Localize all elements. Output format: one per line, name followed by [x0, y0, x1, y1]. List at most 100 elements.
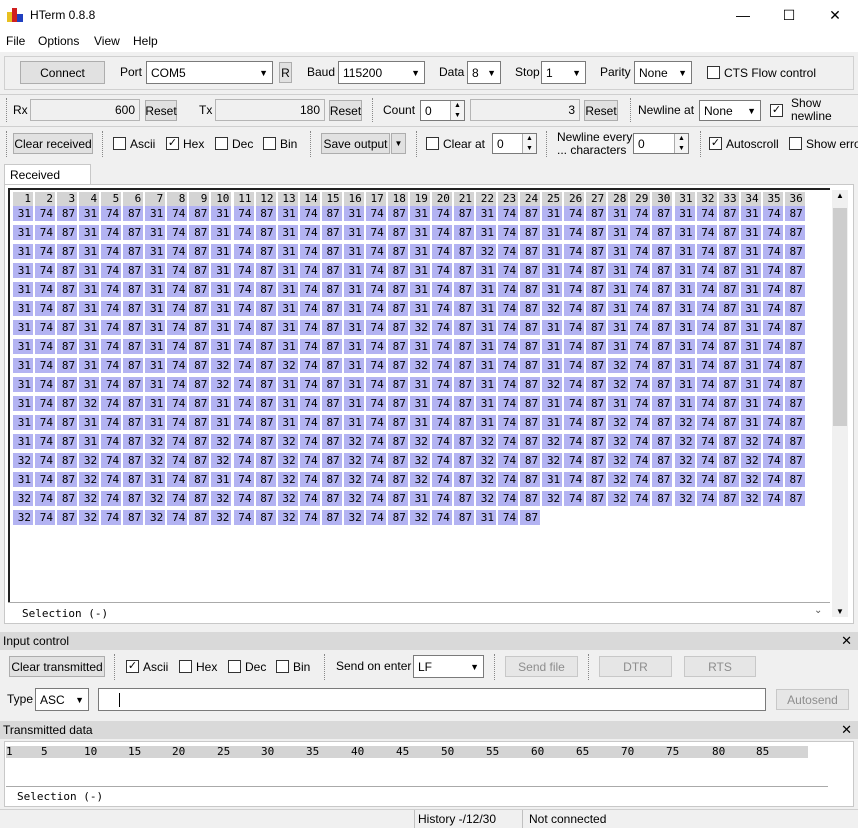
newline-every-spinner[interactable]: ▲ ▼	[674, 134, 688, 153]
column-header: 21	[454, 192, 474, 206]
type-select[interactable]: ASC ▼	[35, 688, 89, 711]
count-spinner[interactable]: ▲ ▼	[450, 101, 464, 120]
data-cell: 87	[586, 206, 607, 221]
data-cell: 32	[674, 491, 695, 506]
chevron-down-icon: ▼	[75, 694, 84, 705]
show-newline-checkbox[interactable]: ✓	[770, 104, 783, 117]
data-cell: 87	[784, 263, 805, 278]
newline-every-input[interactable]: 0 ▲ ▼	[633, 133, 689, 154]
data-cell: 74	[762, 339, 783, 354]
rts-button[interactable]: RTS	[684, 656, 756, 677]
scroll-down-icon[interactable]: ▼	[836, 607, 844, 616]
send-on-enter-select[interactable]: LF ▼	[413, 655, 484, 678]
send-file-button[interactable]: Send file	[505, 656, 578, 677]
data-cell: 74	[167, 263, 188, 278]
show-errors-checkbox[interactable]	[789, 137, 802, 150]
autoscroll-checkbox[interactable]: ✓	[709, 137, 722, 150]
chevron-down-icon: ▼	[487, 67, 496, 78]
clear-received-button[interactable]: Clear received	[13, 133, 93, 154]
menu-options[interactable]: Options	[38, 34, 79, 48]
close-icon[interactable]: ✕	[841, 632, 852, 650]
data-cell: 31	[409, 396, 430, 411]
tab-received-data[interactable]: Received Data	[4, 164, 91, 196]
dec-checkbox[interactable]	[215, 137, 228, 150]
input-dec-checkbox[interactable]	[228, 660, 241, 673]
count-display: 3	[470, 99, 580, 121]
maximize-button[interactable]: ☐	[766, 0, 812, 30]
input-hex-checkbox[interactable]	[179, 660, 192, 673]
save-output-button[interactable]: Save output	[321, 133, 390, 154]
count-input[interactable]: 0 ▲ ▼	[420, 100, 465, 121]
data-cell: 87	[718, 434, 739, 449]
cts-checkbox[interactable]	[707, 66, 720, 79]
data-cell: 74	[299, 472, 320, 487]
menu-file[interactable]: File	[6, 34, 25, 48]
count-reset-button[interactable]: Reset	[584, 100, 618, 121]
chevron-down-icon[interactable]: ⌄	[814, 605, 822, 616]
data-cell: 74	[167, 244, 188, 259]
data-cell: 31	[740, 225, 761, 240]
data-cell: 87	[57, 339, 78, 354]
data-cell: 87	[321, 320, 342, 335]
data-cell: 74	[365, 472, 386, 487]
stop-bits-select[interactable]: 1 ▼	[541, 61, 586, 84]
parity-select[interactable]: None ▼	[634, 61, 692, 84]
data-cell: 87	[57, 225, 78, 240]
clear-transmitted-button[interactable]: Clear transmitted	[9, 656, 105, 677]
data-cell: 31	[211, 472, 232, 487]
data-cell: 74	[167, 434, 188, 449]
data-cell: 87	[718, 206, 739, 221]
data-cell: 87	[652, 320, 673, 335]
rx-reset-button[interactable]: Reset	[145, 100, 177, 121]
ascii-checkbox[interactable]	[113, 137, 126, 150]
data-cell: 87	[255, 453, 276, 468]
clear-at-checkbox[interactable]	[426, 137, 439, 150]
ruler-mark: 50	[441, 745, 455, 758]
data-cell: 87	[718, 301, 739, 316]
clear-at-input[interactable]: 0 ▲ ▼	[492, 133, 537, 154]
column-header: 12	[255, 192, 276, 206]
data-cell: 87	[321, 282, 342, 297]
received-scrollbar-thumb[interactable]	[833, 208, 847, 426]
bin-checkbox[interactable]	[263, 137, 276, 150]
column-header: 9	[189, 192, 210, 206]
data-cell: 74	[101, 434, 122, 449]
autosend-button[interactable]: Autosend	[776, 689, 849, 710]
data-cell: 87	[652, 339, 673, 354]
data-cell: 87	[454, 263, 474, 278]
data-cell: 87	[718, 358, 739, 373]
tx-reset-button[interactable]: Reset	[329, 100, 362, 121]
scroll-up-icon[interactable]: ▲	[836, 191, 844, 200]
ruler-mark: 45	[396, 745, 410, 758]
data-cell: 87	[520, 453, 541, 468]
close-icon[interactable]: ✕	[841, 721, 852, 739]
port-select[interactable]: COM5 ▼	[146, 61, 273, 84]
menu-help[interactable]: Help	[133, 34, 158, 48]
baud-select[interactable]: 115200 ▼	[338, 61, 425, 84]
minimize-button[interactable]: —	[720, 0, 766, 30]
data-cell: 31	[145, 396, 166, 411]
connect-button[interactable]: Connect	[20, 61, 105, 84]
newline-at-value: None	[704, 103, 733, 118]
data-cell: 31	[409, 225, 430, 240]
menu-view[interactable]: View	[94, 34, 120, 48]
data-bits-select[interactable]: 8 ▼	[467, 61, 501, 84]
transmit-input[interactable]	[98, 688, 766, 711]
refresh-ports-button[interactable]: R	[279, 62, 292, 83]
save-output-dropdown[interactable]: ▼	[391, 133, 406, 154]
close-button[interactable]: ✕	[812, 0, 858, 30]
dtr-button[interactable]: DTR	[599, 656, 672, 677]
data-cell: 74	[498, 510, 519, 525]
input-ascii-checkbox[interactable]: ✓	[126, 660, 139, 673]
data-cell: 74	[365, 263, 386, 278]
clear-at-spinner[interactable]: ▲ ▼	[522, 134, 536, 153]
data-cell: 74	[101, 510, 122, 525]
hex-checkbox[interactable]: ✓	[166, 137, 179, 150]
data-cell: 74	[630, 320, 651, 335]
newline-at-select[interactable]: None ▼	[699, 100, 761, 121]
data-cell: 87	[57, 415, 78, 430]
data-cell: 87	[189, 206, 210, 221]
data-cell: 74	[564, 377, 585, 392]
input-bin-checkbox[interactable]	[276, 660, 289, 673]
data-cell: 74	[167, 510, 188, 525]
